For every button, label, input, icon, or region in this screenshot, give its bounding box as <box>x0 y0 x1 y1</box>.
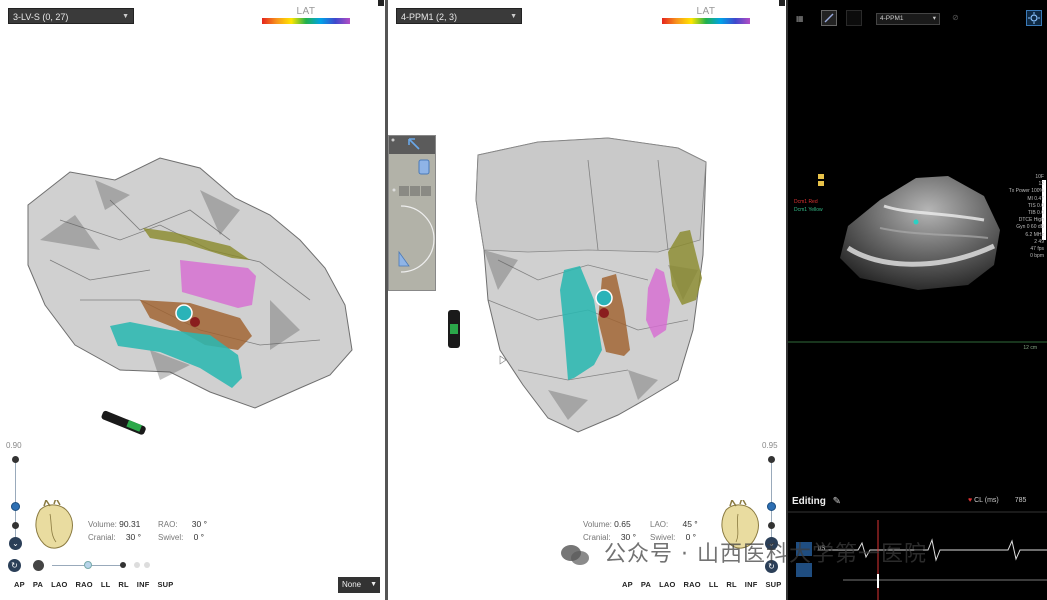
palette-swatch-2[interactable] <box>410 186 420 196</box>
view-ll-button[interactable]: LL <box>101 580 111 589</box>
catheter-tip-marker-2[interactable] <box>595 289 613 307</box>
view-buttons-2: AP PA LAO RAO LL RL INF SUP <box>622 580 786 589</box>
wechat-watermark: 公众号 · 山西医科大学第一医院 <box>560 536 927 568</box>
catheter-red-marker <box>190 317 200 327</box>
opacity-slider-knob-2[interactable] <box>767 502 776 511</box>
ultrasound-image[interactable] <box>788 0 1047 600</box>
catheter-red-marker-2 <box>599 308 609 318</box>
display-mode-select[interactable]: None ▼ <box>338 577 380 593</box>
collapse-chevron-icon[interactable]: ⌄ <box>9 537 22 550</box>
ultrasound-legend: Dcm1 Red Dcm1 Yellow <box>794 198 823 214</box>
cycle-length-value: 785 <box>1014 497 1027 504</box>
swivel-value: 0 ° <box>193 532 205 542</box>
volume-readout: Volume: 90.31 <box>88 519 141 529</box>
cranial-value: 30 ° <box>125 532 142 542</box>
chevron-down-icon: ▼ <box>370 581 377 588</box>
tool-palette[interactable] <box>388 135 436 291</box>
palette-dot-icon <box>392 188 396 192</box>
rao-value: 30 ° <box>191 519 208 529</box>
slider-bottom-stop <box>12 522 19 529</box>
zoom-slider-stop <box>120 562 126 568</box>
view-ll-button[interactable]: LL <box>709 580 719 589</box>
rotate-icon[interactable]: ↻ <box>8 559 21 572</box>
view-pa-button[interactable]: PA <box>641 580 651 589</box>
zoom-dot-a <box>134 562 140 568</box>
view-inf-button[interactable]: INF <box>745 580 758 589</box>
probe-indicator-icon <box>818 174 824 179</box>
catheter-probe-icon <box>448 310 460 348</box>
view-buttons: AP PA LAO RAO LL RL INF SUP <box>14 580 182 589</box>
volume-readout-2: Volume: 0.65 <box>583 519 631 529</box>
lao-readout: LAO: 45 ° <box>650 519 698 529</box>
rotation-dial-wedge-icon[interactable] <box>398 250 410 267</box>
swivel-readout: Swivel: 0 ° <box>158 532 205 542</box>
editing-mode-label: Editing ✎ <box>792 496 842 507</box>
ultrasound-params: 10F 12 Tx Power 100% MI 0.47 TIS 0.0 TIB… <box>1008 174 1044 260</box>
heart-rate-icon: ♥ <box>968 497 973 504</box>
cursor-arrow-icon[interactable] <box>389 136 437 154</box>
view-rao-button[interactable]: RAO <box>684 580 701 589</box>
cycle-length-readout: ♥ CL (ms) 785 <box>968 497 1027 504</box>
slider-top-stop-2 <box>768 456 775 463</box>
view-rl-button[interactable]: RL <box>118 580 128 589</box>
opacity-slider-value-2: 0.95 <box>762 441 778 450</box>
select-tool-icon[interactable] <box>418 159 430 175</box>
lao-value: 45 ° <box>682 519 698 529</box>
zoom-dot-b <box>144 562 150 568</box>
catheter-probe-icon <box>101 410 146 435</box>
view-rao-button[interactable]: RAO <box>76 580 93 589</box>
view-inf-button[interactable]: INF <box>137 580 150 589</box>
view-lao-button[interactable]: LAO <box>51 580 67 589</box>
palette-swatch-1[interactable] <box>399 186 409 196</box>
view-pa-button[interactable]: PA <box>33 580 43 589</box>
pencil-icon[interactable]: ✎ <box>833 496 841 507</box>
rao-readout: RAO: 30 ° <box>158 519 208 529</box>
slider-bottom-stop-2 <box>768 522 775 529</box>
view-ap-button[interactable]: AP <box>622 580 633 589</box>
left-3d-view[interactable]: 3-LV-S (0, 27) ▼ LAT 0.90 ⌄ Volume: 90.3… <box>0 0 385 600</box>
view-sup-button[interactable]: SUP <box>765 580 781 589</box>
ventricle-top-wall <box>475 137 707 253</box>
ultrasound-marker <box>913 219 919 225</box>
catheter-tip-marker[interactable] <box>175 304 193 322</box>
sphere-icon[interactable] <box>33 560 44 571</box>
tool-palette-body <box>392 159 435 273</box>
legend-item-green: Dcm1 Yellow <box>794 207 823 213</box>
view-ap-button[interactable]: AP <box>14 580 25 589</box>
cranial-readout: Cranial: 30 ° <box>88 532 142 542</box>
palette-swatch-3[interactable] <box>421 186 431 196</box>
volume-value: 90.31 <box>119 519 141 529</box>
view-sup-button[interactable]: SUP <box>157 580 173 589</box>
slider-top-stop <box>12 456 19 463</box>
zoom-slider-knob[interactable] <box>84 561 92 569</box>
view-rl-button[interactable]: RL <box>726 580 736 589</box>
heart-orientation-icon[interactable] <box>30 500 76 552</box>
middle-3d-view[interactable]: 4-PPM1 (2, 3) ▼ LAT 0.95 ⌄ ↻ Volume: 0.6… <box>388 0 786 600</box>
depth-label: 12 cm <box>1023 345 1037 351</box>
tool-palette-header[interactable] <box>389 136 435 154</box>
wechat-logo-icon <box>560 543 590 567</box>
probe-indicator-icon-2 <box>818 181 824 186</box>
legend-item-red: Dcm1 Red <box>794 199 818 205</box>
volume-value-2: 0.65 <box>614 519 631 529</box>
view-lao-button[interactable]: LAO <box>659 580 675 589</box>
opacity-slider-value: 0.90 <box>6 441 22 450</box>
display-mode-label: None <box>342 580 362 589</box>
ultrasound-panel[interactable]: ▦ 4-PPM1 ▾ ⊘ Dcm1 Red Dcm1 Yellow 10F 12… <box>788 0 1047 600</box>
opacity-slider-knob[interactable] <box>11 502 20 511</box>
